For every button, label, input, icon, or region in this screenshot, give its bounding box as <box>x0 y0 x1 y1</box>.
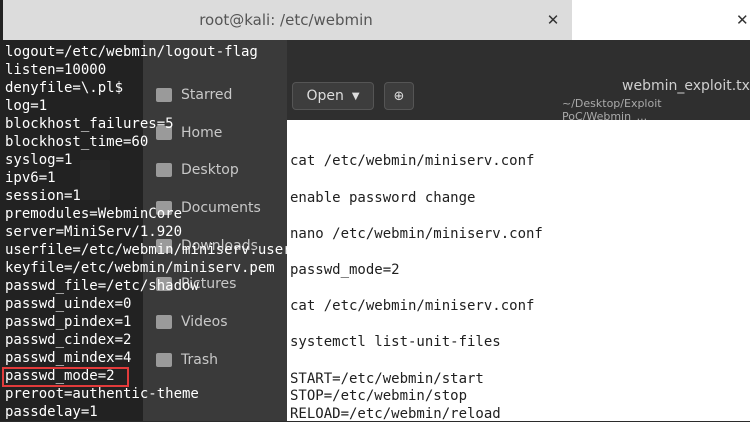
editor-line: cat /etc/webmin/miniserv.conf <box>290 153 535 169</box>
terminal-line: premodules=WebminCore <box>5 206 183 222</box>
terminal-line: preroot=authentic-theme <box>5 386 199 402</box>
editor-line: cat /etc/webmin/miniserv.conf <box>290 298 535 314</box>
terminal-line: passwd_mindex=4 <box>5 350 132 366</box>
editor-line: enable password change <box>290 190 476 206</box>
terminal-line: blockhost_failures=5 <box>5 116 174 132</box>
terminal-output: logout=/etc/webmin/logout-flag listen=100… <box>5 43 300 421</box>
editor-line: passwd_mode=2 <box>290 262 400 278</box>
terminal-line: ipv6=1 <box>5 170 56 186</box>
window-title: root@kali: /etc/webmin <box>199 11 373 29</box>
editor-line: STOP=/etc/webmin/stop <box>290 388 468 404</box>
terminal-line: log=1 <box>5 98 48 114</box>
open-label: Open <box>306 88 344 104</box>
terminal-line: passwd_file=/etc/shadow <box>5 278 199 294</box>
terminal-line: denyfile=\.pl$ <box>5 80 124 96</box>
close-icon[interactable]: ✕ <box>736 13 750 28</box>
terminal-line: logout=/etc/webmin/logout-flag <box>5 44 258 60</box>
terminal-line: server=MiniServ/1.920 <box>5 224 183 240</box>
editor-line: START=/etc/webmin/start <box>290 371 484 387</box>
terminal-line: blockhost_time=60 <box>5 134 149 150</box>
close-icon[interactable]: ✕ <box>546 13 560 28</box>
terminal-line: passwd_pindex=1 <box>5 314 132 330</box>
chevron-down-icon: ▼ <box>351 90 360 102</box>
editor-line: systemctl list-unit-files <box>290 334 501 350</box>
terminal-line: passwd_uindex=0 <box>5 296 132 312</box>
terminal-line: session=1 <box>5 188 81 204</box>
editor-line: nano /etc/webmin/miniserv.conf <box>290 226 543 242</box>
terminal-line: passwd_cindex=2 <box>5 332 132 348</box>
new-document-button[interactable]: ⊕ <box>384 82 414 110</box>
new-document-icon: ⊕ <box>393 88 405 104</box>
terminal-line: listen=10000 <box>5 62 107 78</box>
highlight-box <box>2 367 129 387</box>
terminal-line: userfile=/etc/webmin/miniserv.users <box>5 242 301 258</box>
terminal-line: passdelay=1 <box>5 404 98 420</box>
terminal-line: syslog=1 <box>5 152 73 168</box>
editor-titlebar[interactable] <box>572 0 750 40</box>
editor-line: RELOAD=/etc/webmin/reload <box>290 406 501 422</box>
document-title: webmin_exploit.txt <box>622 78 750 94</box>
open-button[interactable]: Open ▼ <box>292 82 374 110</box>
terminal-line: keyfile=/etc/webmin/miniserv.pem <box>5 260 275 276</box>
